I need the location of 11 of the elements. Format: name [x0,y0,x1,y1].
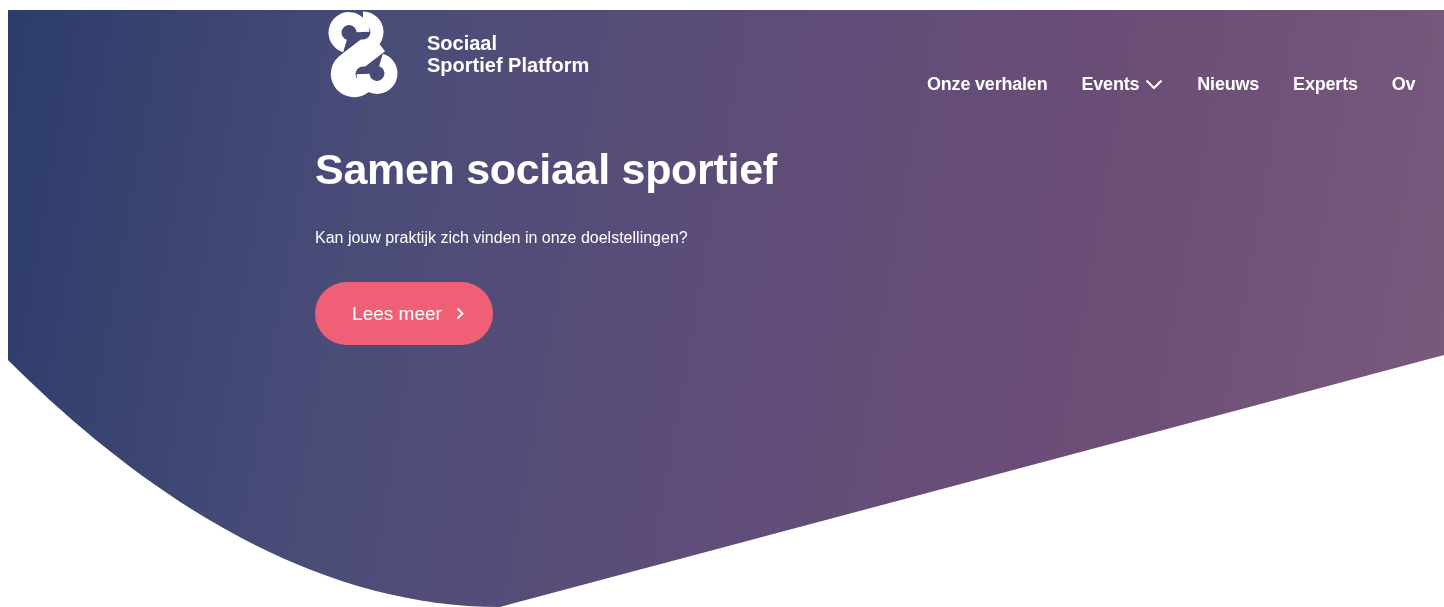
logo-text[interactable]: Sociaal [427,32,590,54]
hero-subtitle: Kan jouw praktijk zich vinden in onze doelstellingen? [315,228,689,248]
caret-icon [1145,78,1164,90]
hero-title: Samen sociaal sportief [315,144,779,194]
nav-link[interactable]: Nieuws [1197,66,1260,102]
logo-text[interactable]: Sportief Platform [427,54,590,76]
nav-link[interactable]: Events [1081,66,1164,102]
chevron-icon [455,307,464,320]
nav-link[interactable]: Experts [1293,66,1358,102]
nav-link[interactable]: Ov [1391,66,1416,102]
nav-link[interactable]: Onze verhalen [927,66,1048,102]
